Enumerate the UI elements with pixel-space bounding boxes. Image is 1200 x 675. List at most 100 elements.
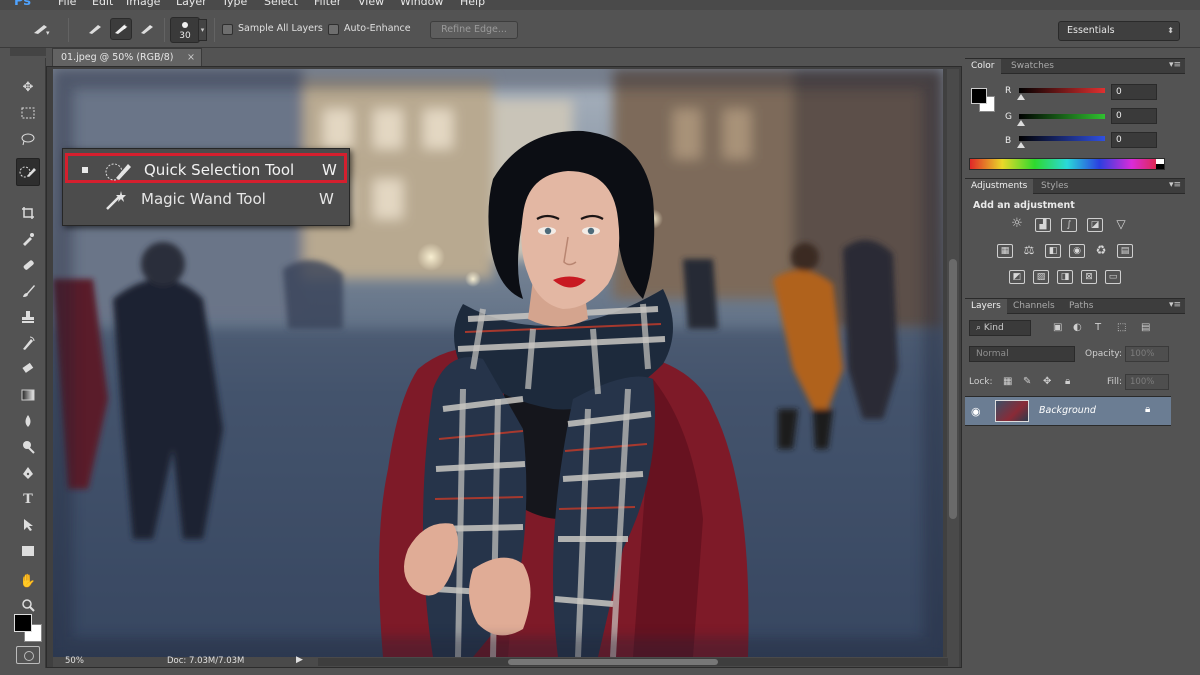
sample-all-layers-checkbox[interactable] <box>222 24 233 35</box>
type-tool-icon[interactable]: T <box>16 488 40 510</box>
brush-picker[interactable]: 30 <box>170 17 200 43</box>
color-spectrum-bar[interactable] <box>969 158 1165 170</box>
foreground-color-swatch[interactable] <box>14 614 32 632</box>
layer-filter-kind[interactable]: ⌕ Kind <box>969 320 1031 336</box>
zoom-level[interactable]: 50% <box>65 656 84 666</box>
fill-field[interactable]: 100% <box>1125 374 1169 390</box>
hand-tool-icon[interactable]: ✋ <box>16 570 40 592</box>
vibrance-icon[interactable]: ▽ <box>1113 218 1129 232</box>
blend-mode-select[interactable]: Normal <box>969 346 1075 362</box>
menu-layer[interactable]: Layer <box>176 0 207 8</box>
tab-channels[interactable]: Channels <box>1007 299 1061 314</box>
clone-stamp-tool-icon[interactable] <box>16 306 40 328</box>
panel-menu-icon[interactable]: ▾≡ <box>1169 180 1181 190</box>
history-brush-tool-icon[interactable] <box>16 332 40 354</box>
color-balance-icon[interactable]: ⚖ <box>1021 244 1037 258</box>
menu-filter[interactable]: Filter <box>314 0 341 8</box>
crop-tool-icon[interactable] <box>16 202 40 224</box>
blue-value-field[interactable]: 0 <box>1111 132 1157 148</box>
panel-menu-icon[interactable]: ▾≡ <box>1169 60 1181 70</box>
hue-saturation-icon[interactable]: ▦ <box>997 244 1013 258</box>
lock-transparent-icon[interactable]: ▦ <box>1003 376 1012 387</box>
marquee-tool-icon[interactable] <box>16 102 40 124</box>
pixel-filter-icon[interactable]: ▣ <box>1053 322 1062 333</box>
green-slider[interactable] <box>1019 114 1105 119</box>
tab-adjustments[interactable]: Adjustments <box>965 179 1034 194</box>
quick-mask-icon[interactable] <box>16 646 40 664</box>
menu-view[interactable]: View <box>358 0 384 8</box>
quick-selection-tool-icon[interactable] <box>16 158 40 186</box>
vertical-scrollbar[interactable] <box>947 69 959 657</box>
menu-window[interactable]: Window <box>400 0 443 8</box>
flyout-item-magic-wand[interactable]: Magic Wand Tool W <box>65 185 347 215</box>
gradient-map-icon[interactable]: ▭ <box>1105 270 1121 284</box>
invert-icon[interactable]: ◩ <box>1009 270 1025 284</box>
horizontal-scrollbar[interactable] <box>318 658 948 666</box>
channel-mixer-icon[interactable]: ♻ <box>1093 244 1109 258</box>
green-slider-handle[interactable] <box>1017 120 1025 126</box>
tool-preset-picker[interactable]: ▾ <box>30 18 52 40</box>
menu-file[interactable]: File <box>58 0 76 8</box>
menu-image[interactable]: Image <box>126 0 160 8</box>
subtract-from-selection-button[interactable]: - <box>136 18 158 40</box>
flyout-item-quick-selection[interactable]: Quick Selection Tool W <box>65 153 347 183</box>
eye-visibility-icon[interactable]: ◉ <box>971 405 981 418</box>
type-filter-icon[interactable]: T <box>1095 322 1101 333</box>
photo-filter-icon[interactable]: ◉ <box>1069 244 1085 258</box>
red-slider-handle[interactable] <box>1017 94 1025 100</box>
lock-position-icon[interactable]: ✥ <box>1043 376 1051 387</box>
path-selection-tool-icon[interactable] <box>16 514 40 536</box>
healing-brush-tool-icon[interactable] <box>16 254 40 276</box>
zoom-tool-icon[interactable] <box>16 594 40 616</box>
red-slider[interactable] <box>1019 88 1105 93</box>
menu-type[interactable]: Type <box>222 0 247 8</box>
eyedropper-tool-icon[interactable] <box>16 228 40 250</box>
tab-color[interactable]: Color <box>965 59 1001 74</box>
rectangle-tool-icon[interactable] <box>16 540 40 562</box>
horizontal-scroll-thumb[interactable] <box>508 659 718 665</box>
menu-select[interactable]: Select <box>264 0 298 8</box>
brightness-icon[interactable]: ☼ <box>1009 217 1025 232</box>
layer-row-background[interactable]: ◉ Background 🔒︎ <box>965 396 1171 426</box>
lasso-tool-icon[interactable] <box>16 128 40 150</box>
brush-tool-icon[interactable] <box>16 280 40 302</box>
adjustment-filter-icon[interactable]: ◐ <box>1073 322 1082 333</box>
curves-icon[interactable]: ∫ <box>1061 218 1077 232</box>
black-white-ramp[interactable] <box>1156 159 1164 169</box>
new-selection-button[interactable] <box>84 18 106 40</box>
exposure-icon[interactable]: ◪ <box>1087 218 1103 232</box>
red-value-field[interactable]: 0 <box>1111 84 1157 100</box>
blue-slider-handle[interactable] <box>1017 142 1025 148</box>
add-to-selection-button[interactable]: + <box>110 18 132 40</box>
shape-filter-icon[interactable]: ⬚ <box>1117 322 1126 333</box>
auto-enhance-checkbox[interactable] <box>328 24 339 35</box>
move-tool-icon[interactable]: ✥ <box>16 76 40 98</box>
black-white-icon[interactable]: ◧ <box>1045 244 1061 258</box>
layer-name[interactable]: Background <box>1039 405 1096 416</box>
gradient-tool-icon[interactable] <box>16 384 40 406</box>
blur-tool-icon[interactable] <box>16 410 40 432</box>
toolbar-grip[interactable] <box>10 48 46 56</box>
workspace-switcher[interactable]: Essentials ⬍ <box>1058 21 1180 41</box>
green-value-field[interactable]: 0 <box>1111 108 1157 124</box>
refine-edge-button[interactable]: Refine Edge... <box>430 21 518 39</box>
tab-swatches[interactable]: Swatches <box>1005 59 1060 74</box>
document-tab[interactable]: 01.jpeg @ 50% (RGB/8) × <box>52 48 202 66</box>
tab-paths[interactable]: Paths <box>1063 299 1099 314</box>
panel-foreground-swatch[interactable] <box>971 88 987 104</box>
threshold-icon[interactable]: ◨ <box>1057 270 1073 284</box>
eraser-tool-icon[interactable] <box>16 358 40 380</box>
menu-help[interactable]: Help <box>460 0 485 8</box>
vertical-scroll-thumb[interactable] <box>949 259 957 519</box>
brush-picker-arrow[interactable]: ▾ <box>198 19 207 41</box>
selective-color-icon[interactable]: ⊠ <box>1081 270 1097 284</box>
smart-object-filter-icon[interactable]: ▤ <box>1141 322 1150 333</box>
lock-image-icon[interactable]: ✎ <box>1023 376 1031 387</box>
close-icon[interactable]: × <box>187 49 195 66</box>
pen-tool-icon[interactable] <box>16 462 40 484</box>
menu-edit[interactable]: Edit <box>92 0 113 8</box>
play-arrow-icon[interactable]: ▶ <box>296 655 303 665</box>
tab-styles[interactable]: Styles <box>1035 179 1074 194</box>
tab-layers[interactable]: Layers <box>965 299 1007 314</box>
opacity-field[interactable]: 100% <box>1125 346 1169 362</box>
